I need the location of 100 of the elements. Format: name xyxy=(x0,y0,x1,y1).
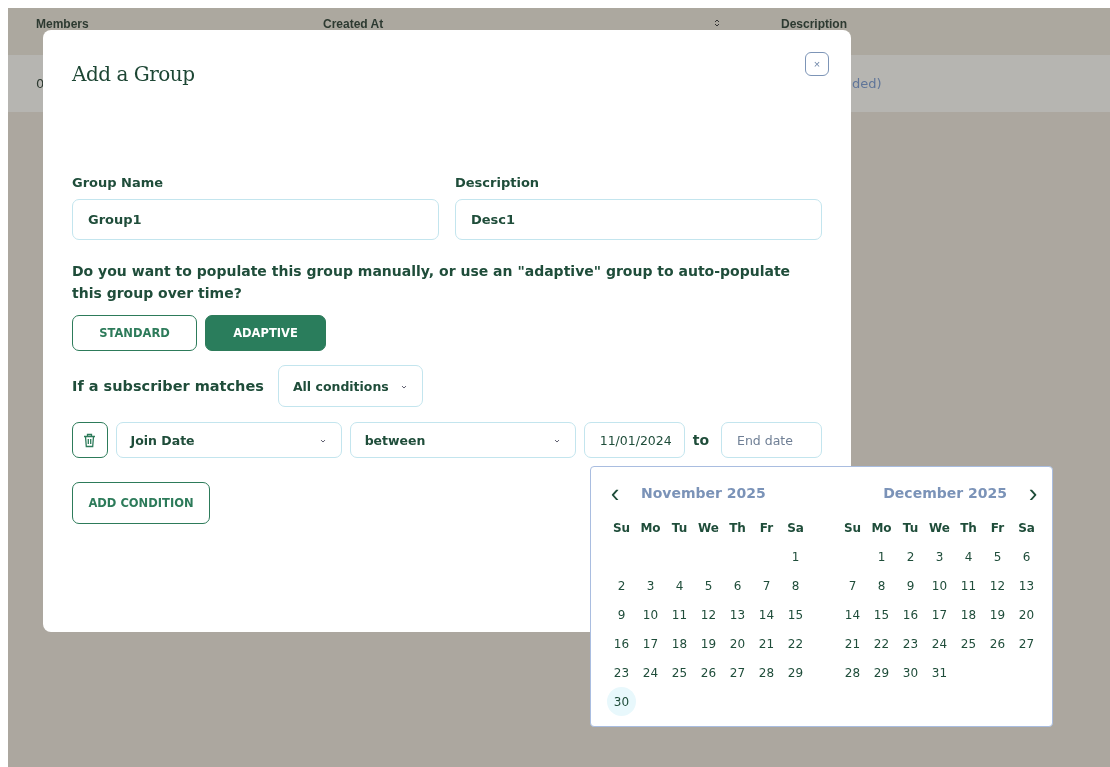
calendar-day[interactable]: 10 xyxy=(636,600,665,629)
text-field[interactable]: Group1 xyxy=(72,199,439,240)
weekday-label: Su xyxy=(842,519,863,537)
calendar-day[interactable]: 14 xyxy=(838,600,867,629)
calendar-day[interactable]: 11 xyxy=(954,571,983,600)
mode-button[interactable]: ADAPTIVE xyxy=(205,315,326,351)
calendar-day[interactable]: 26 xyxy=(983,629,1012,658)
calendar-day[interactable]: 19 xyxy=(694,629,723,658)
dialog-title: Add a Group xyxy=(72,62,195,86)
calendar-day[interactable]: 2 xyxy=(896,542,925,571)
close-button[interactable]: × xyxy=(805,52,829,76)
calendar-day[interactable]: 28 xyxy=(838,658,867,687)
month-title: December 2025 xyxy=(883,485,1007,501)
calendar-day[interactable]: 6 xyxy=(1012,542,1041,571)
calendar-day[interactable]: 21 xyxy=(838,629,867,658)
calendar-day[interactable]: 22 xyxy=(867,629,896,658)
calendar-day[interactable]: 12 xyxy=(983,571,1012,600)
calendar-day[interactable]: 15 xyxy=(781,600,810,629)
weekday-label: Su xyxy=(611,519,632,537)
calendar-day[interactable]: 13 xyxy=(1012,571,1041,600)
table-cell-text: 0 xyxy=(36,76,46,91)
field-dropdown[interactable]: Join Date xyxy=(115,422,342,458)
calendar-day[interactable]: 25 xyxy=(954,629,983,658)
calendar-day[interactable]: 31 xyxy=(925,658,954,687)
calendar-day[interactable]: 9 xyxy=(607,600,636,629)
calendar-day[interactable]: 23 xyxy=(896,629,925,658)
calendar-day[interactable]: 16 xyxy=(896,600,925,629)
weekday-label: Mo xyxy=(639,519,662,537)
calendar-day[interactable]: 3 xyxy=(925,542,954,571)
calendar-day[interactable]: 7 xyxy=(752,571,781,600)
column-header[interactable]: Members xyxy=(36,17,89,31)
weekday-label: Mo xyxy=(870,519,893,537)
calendar-day[interactable]: 16 xyxy=(607,629,636,658)
calendar-day[interactable]: 19 xyxy=(983,600,1012,629)
previous-month-button[interactable]: ‹ xyxy=(607,481,623,505)
calendar-day[interactable]: 29 xyxy=(867,658,896,687)
calendar-day[interactable]: 5 xyxy=(694,571,723,600)
calendar-day[interactable]: 27 xyxy=(723,658,752,687)
calendar-day[interactable]: 2 xyxy=(607,571,636,600)
text-field[interactable]: Desc1 xyxy=(455,199,822,240)
calendar-day[interactable]: 24 xyxy=(925,629,954,658)
match-label: If a subscriber matches xyxy=(72,378,264,394)
calendar-day[interactable]: 29 xyxy=(781,658,810,687)
calendar-day[interactable]: 21 xyxy=(752,629,781,658)
calendar-day[interactable]: 27 xyxy=(1012,629,1041,658)
calendar-day[interactable]: 4 xyxy=(665,571,694,600)
column-header[interactable]: Created At xyxy=(323,17,384,31)
month-title: November 2025 xyxy=(641,485,766,501)
calendar-day[interactable]: 30 xyxy=(896,658,925,687)
calendar-day[interactable]: 23 xyxy=(607,658,636,687)
calendar-day[interactable]: 9 xyxy=(896,571,925,600)
calendar-day[interactable]: 3 xyxy=(636,571,665,600)
calendar-day[interactable]: 18 xyxy=(665,629,694,658)
question-text: Do you want to populate this group manually, or use an "adaptive" group to auto-populate this group over time? xyxy=(72,262,792,303)
weekday-label: Th xyxy=(959,519,978,537)
calendar-day[interactable]: 8 xyxy=(867,571,896,600)
calendar-day[interactable]: 18 xyxy=(954,600,983,629)
calendar-day[interactable]: 10 xyxy=(925,571,954,600)
calendar-day[interactable]: 4 xyxy=(954,542,983,571)
calendar-day[interactable]: 14 xyxy=(752,600,781,629)
weekday-label: Tu xyxy=(670,519,689,537)
trash-icon xyxy=(83,432,97,448)
calendar-day[interactable]: 25 xyxy=(665,658,694,687)
calendar-day[interactable]: 24 xyxy=(636,658,665,687)
calendar-day[interactable]: 6 xyxy=(723,571,752,600)
calendar-day[interactable]: 1 xyxy=(781,542,810,571)
field-label: Description xyxy=(455,175,541,190)
calendar-day[interactable]: 7 xyxy=(838,571,867,600)
weekday-label: Th xyxy=(728,519,747,537)
weekday-label: Tu xyxy=(901,519,920,537)
calendar-day[interactable]: 13 xyxy=(723,600,752,629)
weekday-label: Fr xyxy=(758,519,775,537)
calendar-day[interactable]: 5 xyxy=(983,542,1012,571)
sort-icon[interactable] xyxy=(713,18,721,28)
column-header[interactable]: Description xyxy=(781,17,847,31)
delete-button[interactable] xyxy=(72,422,108,458)
calendar-day[interactable]: 20 xyxy=(723,629,752,658)
end-date-field[interactable]: End date xyxy=(721,422,822,458)
calendar-day[interactable]: 11 xyxy=(665,600,694,629)
start-date-field[interactable]: 11/01/2024 xyxy=(583,422,685,458)
calendar-day[interactable]: 8 xyxy=(781,571,810,600)
next-month-button[interactable]: › xyxy=(1025,481,1041,505)
table-cell-text: ded) xyxy=(851,76,883,91)
calendar-day[interactable]: 15 xyxy=(867,600,896,629)
add-condition-button[interactable]: ADD CONDITION xyxy=(72,482,210,524)
weekday-label: Sa xyxy=(1017,519,1036,537)
operator-dropdown[interactable]: between xyxy=(349,422,576,458)
mode-button[interactable]: STANDARD xyxy=(72,315,197,351)
calendar-day[interactable]: 28 xyxy=(752,658,781,687)
calendar-day[interactable]: 30 xyxy=(607,687,636,716)
calendar-day[interactable]: 20 xyxy=(1012,600,1041,629)
calendar-day[interactable]: 1 xyxy=(867,542,896,571)
weekday-label: Sa xyxy=(786,519,805,537)
calendar-day[interactable]: 17 xyxy=(925,600,954,629)
match-dropdown[interactable]: All conditions xyxy=(277,365,423,407)
weekday-label: Fr xyxy=(989,519,1006,537)
calendar-day[interactable]: 17 xyxy=(636,629,665,658)
calendar-day[interactable]: 22 xyxy=(781,629,810,658)
calendar-day[interactable]: 12 xyxy=(694,600,723,629)
calendar-day[interactable]: 26 xyxy=(694,658,723,687)
